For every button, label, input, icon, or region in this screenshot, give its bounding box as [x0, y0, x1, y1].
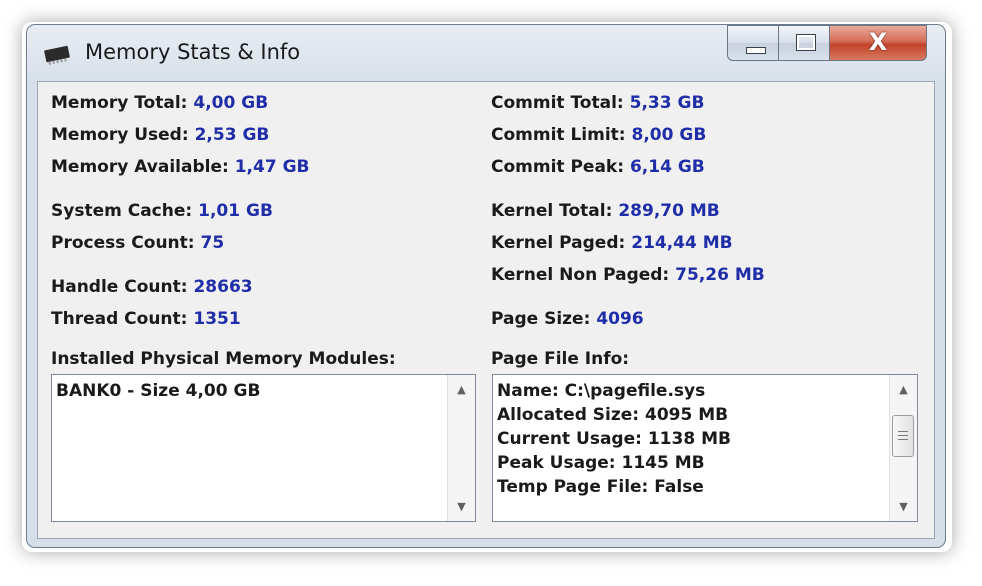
stat-value: 4096	[596, 309, 644, 329]
stat-memory-total: Memory Total: 4,00 GB	[51, 93, 268, 113]
pagefile-line: Allocated Size: 4095 MB	[497, 405, 729, 425]
pagefile-scrollbar[interactable]: ▲ ▼	[889, 375, 917, 521]
stat-kernel-total: Kernel Total: 289,70 MB	[491, 201, 720, 221]
stat-label: Commit Total:	[491, 93, 624, 113]
stat-value: 4,00 GB	[193, 93, 269, 113]
stat-kernel-non-paged: Kernel Non Paged: 75,26 MB	[491, 265, 765, 285]
memory-chip-icon	[44, 45, 70, 65]
pagefile-line: Current Usage: 1138 MB	[497, 429, 731, 449]
stat-page-size: Page Size: 4096	[491, 309, 644, 329]
stat-value: 1,01 GB	[198, 201, 273, 221]
stat-kernel-paged: Kernel Paged: 214,44 MB	[491, 233, 733, 253]
stat-handle-count: Handle Count: 28663	[51, 277, 253, 297]
stat-label: System Cache:	[51, 201, 193, 221]
modules-scrollbar[interactable]: ▲ ▼	[447, 375, 475, 521]
stat-label: Process Count:	[51, 233, 195, 253]
modules-header: Installed Physical Memory Modules:	[51, 349, 396, 369]
stat-process-count: Process Count: 75	[51, 233, 224, 253]
stat-commit-limit: Commit Limit: 8,00 GB	[491, 125, 706, 145]
stat-value: 1,47 GB	[234, 157, 310, 177]
stat-value: 5,33 GB	[629, 93, 705, 113]
pagefile-header: Page File Info:	[491, 349, 630, 369]
stat-label: Commit Peak:	[491, 157, 625, 177]
stat-value: 8,00 GB	[631, 125, 707, 145]
stat-memory-available: Memory Available: 1,47 GB	[51, 157, 309, 177]
pagefile-line: Peak Usage: 1145 MB	[497, 453, 705, 473]
stat-label: Kernel Non Paged:	[491, 265, 670, 285]
stat-label: Memory Total:	[51, 93, 188, 113]
stat-label: Page Size:	[491, 309, 591, 329]
scroll-up-icon[interactable]: ▲	[448, 383, 475, 396]
window-title: Memory Stats & Info	[85, 40, 301, 64]
stat-value: 1351	[193, 309, 241, 329]
modules-listbox[interactable]: BANK0 - Size 4,00 GB ▲ ▼	[51, 374, 476, 522]
pagefile-textbox[interactable]: Name: C:\pagefile.sys Allocated Size: 40…	[492, 374, 918, 522]
maximize-icon	[796, 34, 816, 51]
close-icon: X	[868, 28, 888, 56]
stat-value: 2,53 GB	[194, 125, 270, 145]
stat-commit-total: Commit Total: 5,33 GB	[491, 93, 704, 113]
stat-thread-count: Thread Count: 1351	[51, 309, 241, 329]
stat-value: 289,70 MB	[618, 201, 720, 221]
stat-label: Thread Count:	[51, 309, 188, 329]
stat-value: 75,26 MB	[675, 265, 765, 285]
stat-value: 6,14 GB	[629, 157, 705, 177]
stat-value: 214,44 MB	[631, 233, 733, 253]
minimize-button[interactable]	[727, 25, 779, 61]
stat-label: Commit Limit:	[491, 125, 626, 145]
stat-label: Handle Count:	[51, 277, 188, 297]
stat-commit-peak: Commit Peak: 6,14 GB	[491, 157, 705, 177]
module-item: BANK0 - Size 4,00 GB	[56, 381, 261, 401]
stat-label: Kernel Paged:	[491, 233, 626, 253]
scroll-down-icon[interactable]: ▼	[448, 500, 475, 513]
stat-value: 28663	[193, 277, 253, 297]
scroll-up-icon[interactable]: ▲	[890, 383, 917, 396]
close-button[interactable]: X	[829, 25, 927, 61]
stat-system-cache: System Cache: 1,01 GB	[51, 201, 273, 221]
stat-memory-used: Memory Used: 2,53 GB	[51, 125, 269, 145]
stat-label: Kernel Total:	[491, 201, 613, 221]
stat-label: Memory Used:	[51, 125, 189, 145]
pagefile-line: Temp Page File: False	[497, 477, 704, 497]
client-area: Memory Total: 4,00 GB Memory Used: 2,53 …	[37, 81, 935, 539]
stat-label: Memory Available:	[51, 157, 229, 177]
stat-value: 75	[200, 233, 225, 253]
scroll-thumb[interactable]	[892, 415, 914, 457]
app-window: Memory Stats & Info X Memory Total: 4,00…	[26, 24, 946, 548]
minimize-icon	[746, 47, 766, 54]
pagefile-text: Name: C:\pagefile.sys Allocated Size: 40…	[497, 379, 731, 499]
scroll-down-icon[interactable]: ▼	[890, 500, 917, 513]
pagefile-line: Name: C:\pagefile.sys	[497, 381, 706, 401]
maximize-button[interactable]	[778, 25, 830, 61]
